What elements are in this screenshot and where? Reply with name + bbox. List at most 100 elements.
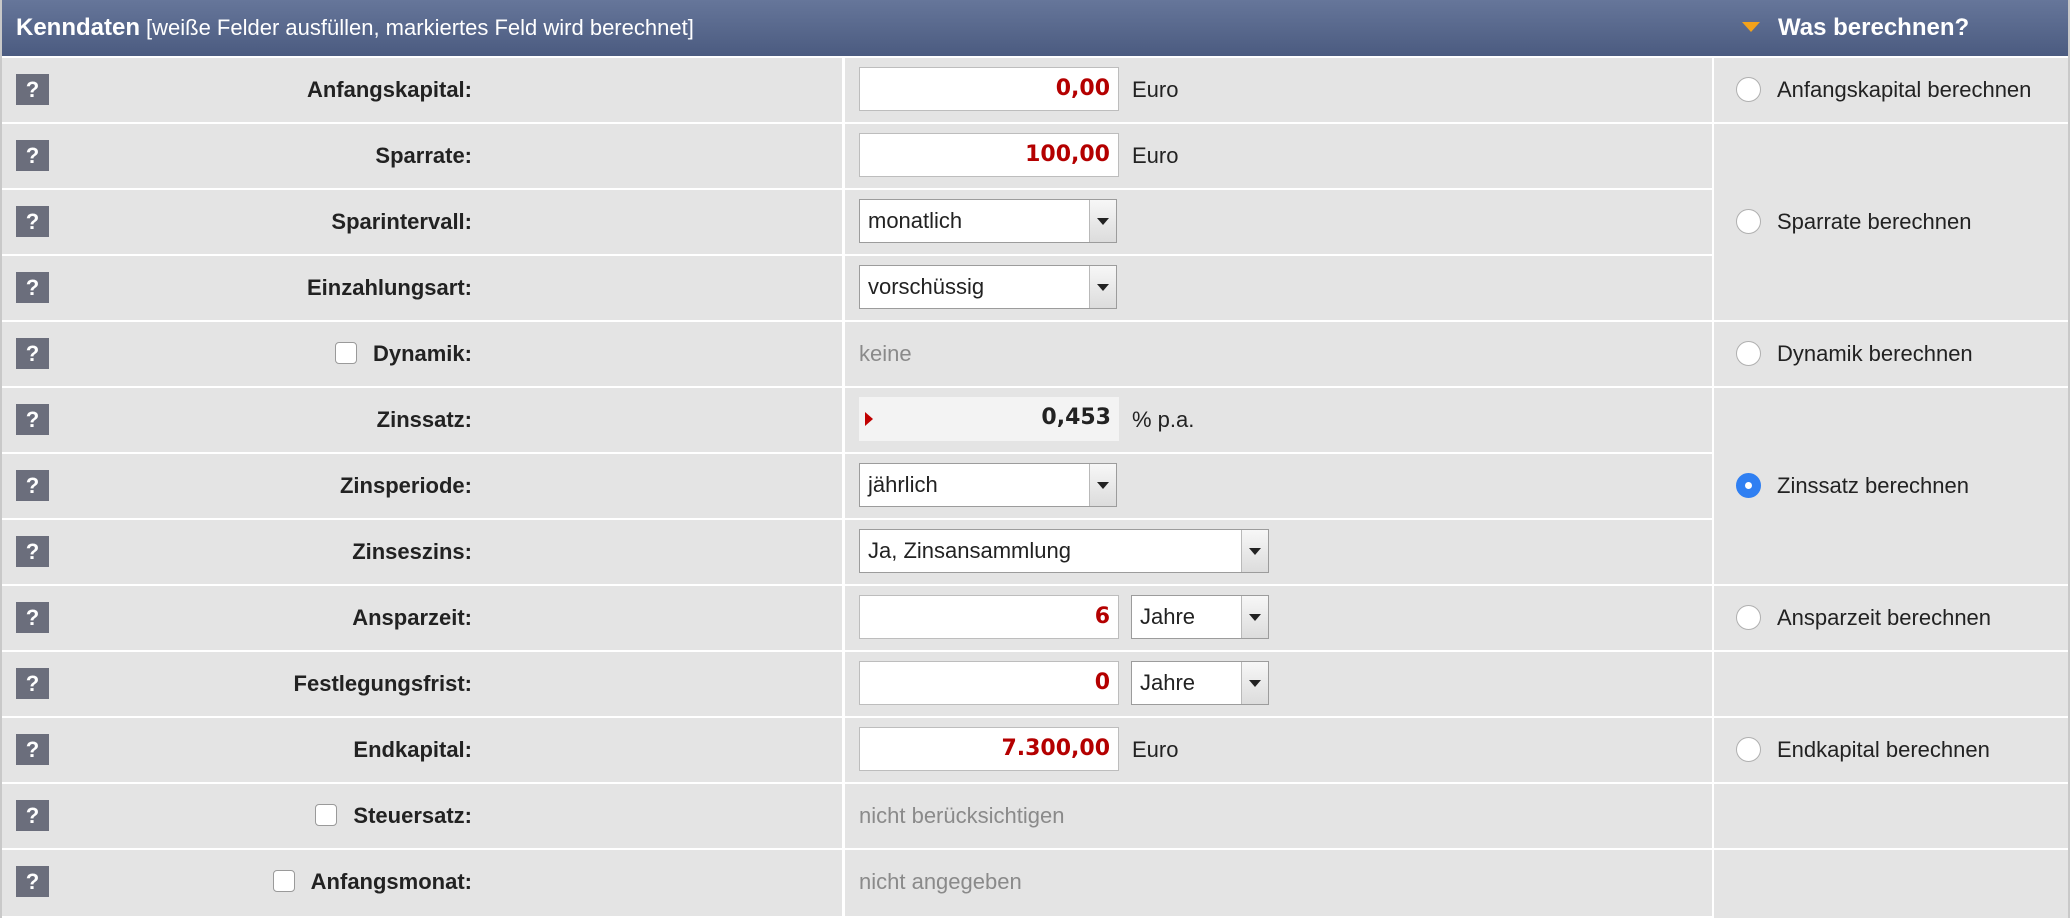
calc-option-cell: Ansparzeit berechnen xyxy=(1714,586,2068,652)
calc-option-cell: Zinssatz berechnen xyxy=(1714,388,2068,586)
column-divider xyxy=(842,256,845,320)
anfangsmonat-checkbox[interactable] xyxy=(272,870,295,893)
radio-button[interactable] xyxy=(1736,76,1761,102)
calc-target-title: Was berechnen? xyxy=(1778,14,1970,41)
calc-target-heading[interactable]: Was berechnen? xyxy=(1742,0,1969,56)
sparrate-unit: Euro xyxy=(1132,143,1179,168)
zinsperiode-label: Zinsperiode: xyxy=(339,473,472,498)
header-bar: Kenndaten [weiße Felder ausfüllen, markie… xyxy=(2,0,2068,56)
help-icon[interactable]: ? xyxy=(16,338,49,369)
zinsperiode-selected: jährlich xyxy=(868,472,938,497)
steuersatz-checkbox[interactable] xyxy=(315,804,338,827)
endkapital-label: Endkapital: xyxy=(353,737,472,762)
help-icon[interactable]: ? xyxy=(16,272,49,303)
help-icon[interactable]: ? xyxy=(16,404,49,435)
einzahlungsart-selected: vorschüssig xyxy=(868,274,985,299)
zinseszins-label: Zinseszins: xyxy=(352,539,472,564)
triangle-down-icon xyxy=(1742,21,1760,32)
radio-button[interactable] xyxy=(1736,736,1761,762)
help-icon[interactable]: ? xyxy=(16,140,49,171)
row-endkapital: ? Endkapital: 7.300,00 Euro xyxy=(2,718,1712,784)
calc-options-panel: Anfangskapital berechnen Sparrate berech… xyxy=(1714,58,2068,918)
chevron-down-icon[interactable] xyxy=(1241,596,1268,638)
sparrate-input[interactable]: 100,00 xyxy=(859,133,1119,177)
column-divider xyxy=(842,652,845,716)
chevron-down-icon[interactable] xyxy=(1241,530,1268,572)
zinssatz-label: Zinssatz: xyxy=(376,407,472,432)
einzahlungsart-select[interactable]: vorschüssig xyxy=(859,265,1117,309)
ansparzeit-input[interactable]: 6 xyxy=(859,595,1119,639)
calc-option-cell-empty xyxy=(1714,850,2068,918)
dynamik-checkbox[interactable] xyxy=(334,342,357,365)
help-icon[interactable]: ? xyxy=(16,602,49,633)
help-icon[interactable]: ? xyxy=(16,866,49,897)
row-sparintervall: ? Sparintervall: monatlich xyxy=(2,190,1712,256)
zinseszins-selected: Ja, Zinsansammlung xyxy=(868,538,1071,563)
calc-option-zinssatz[interactable]: Zinssatz berechnen xyxy=(1736,388,1969,584)
ansparzeit-unit-select[interactable]: Jahre xyxy=(1131,595,1269,639)
column-divider xyxy=(842,124,845,188)
chevron-down-icon[interactable] xyxy=(1089,200,1116,242)
row-zinsperiode: ? Zinsperiode: jährlich xyxy=(2,454,1712,520)
anfangsmonat-label-group: Anfangsmonat: xyxy=(272,850,472,914)
savings-calculator: Kenndaten [weiße Felder ausfüllen, markie… xyxy=(0,0,2070,918)
calc-option-endkapital[interactable]: Endkapital berechnen xyxy=(1736,718,1990,782)
chevron-down-icon[interactable] xyxy=(1089,266,1116,308)
column-divider xyxy=(842,520,845,584)
ansparzeit-label: Ansparzeit: xyxy=(352,605,472,630)
calc-option-label: Endkapital berechnen xyxy=(1777,737,1990,762)
row-anfangsmonat: ? Anfangsmonat: nicht angegeben xyxy=(2,850,1712,918)
help-icon[interactable]: ? xyxy=(16,734,49,765)
calc-option-label: Sparrate berechnen xyxy=(1777,209,1972,234)
row-steuersatz: ? Steuersatz: nicht berücksichtigen xyxy=(2,784,1712,850)
column-divider xyxy=(842,58,845,122)
column-divider xyxy=(842,586,845,650)
radio-button[interactable] xyxy=(1736,208,1761,234)
steuersatz-value: nicht berücksichtigen xyxy=(859,803,1065,828)
row-zinseszins: ? Zinseszins: Ja, Zinsansammlung xyxy=(2,520,1712,586)
row-dynamik: ? Dynamik: keine xyxy=(2,322,1712,388)
header-subtitle: [weiße Felder ausfüllen, markiertes Feld… xyxy=(146,15,694,40)
calc-option-dynamik[interactable]: Dynamik berechnen xyxy=(1736,322,1973,386)
calc-option-cell: Anfangskapital berechnen xyxy=(1714,58,2068,124)
row-zinssatz: ? Zinssatz: 0,453 % p.a. xyxy=(2,388,1712,454)
column-divider xyxy=(842,850,845,916)
column-divider xyxy=(842,454,845,518)
sparintervall-select[interactable]: monatlich xyxy=(859,199,1117,243)
help-icon[interactable]: ? xyxy=(16,74,49,105)
sparintervall-selected: monatlich xyxy=(868,208,963,233)
help-icon[interactable]: ? xyxy=(16,536,49,567)
anfangskapital-input[interactable]: 0,00 xyxy=(859,67,1119,111)
calc-option-label: Dynamik berechnen xyxy=(1777,341,1973,366)
zinseszins-select[interactable]: Ja, Zinsansammlung xyxy=(859,529,1269,573)
column-divider xyxy=(842,322,845,386)
calc-option-cell: Endkapital berechnen xyxy=(1714,718,2068,784)
ansparzeit-unit-selected: Jahre xyxy=(1140,604,1196,629)
chevron-down-icon[interactable] xyxy=(1241,662,1268,704)
endkapital-input[interactable]: 7.300,00 xyxy=(859,727,1119,771)
help-icon[interactable]: ? xyxy=(16,206,49,237)
calc-option-cell: Dynamik berechnen xyxy=(1714,322,2068,388)
festlegungsfrist-input[interactable]: 0 xyxy=(859,661,1119,705)
anfangskapital-unit: Euro xyxy=(1132,77,1179,102)
column-divider xyxy=(842,784,845,848)
header-title-group: Kenndaten [weiße Felder ausfüllen, markie… xyxy=(16,0,694,56)
chevron-down-icon[interactable] xyxy=(1089,464,1116,506)
radio-button[interactable] xyxy=(1736,340,1761,366)
anfangskapital-label: Anfangskapital: xyxy=(306,77,472,102)
anfangsmonat-value: nicht angegeben xyxy=(859,869,1022,894)
help-icon[interactable]: ? xyxy=(16,668,49,699)
radio-button[interactable] xyxy=(1736,604,1761,630)
calc-option-sparrate[interactable]: Sparrate berechnen xyxy=(1736,124,1971,320)
festlegungsfrist-unit-selected: Jahre xyxy=(1140,670,1196,695)
help-icon[interactable]: ? xyxy=(16,470,49,501)
calc-option-ansparzeit[interactable]: Ansparzeit berechnen xyxy=(1736,586,1991,650)
zinsperiode-select[interactable]: jährlich xyxy=(859,463,1117,507)
radio-button-selected[interactable] xyxy=(1736,472,1761,498)
calc-option-cell-empty xyxy=(1714,652,2068,718)
calc-option-anfangskapital[interactable]: Anfangskapital berechnen xyxy=(1736,58,2031,122)
festlegungsfrist-unit-select[interactable]: Jahre xyxy=(1131,661,1269,705)
calc-option-cell: Sparrate berechnen xyxy=(1714,124,2068,322)
endkapital-unit: Euro xyxy=(1132,737,1179,762)
help-icon[interactable]: ? xyxy=(16,800,49,831)
